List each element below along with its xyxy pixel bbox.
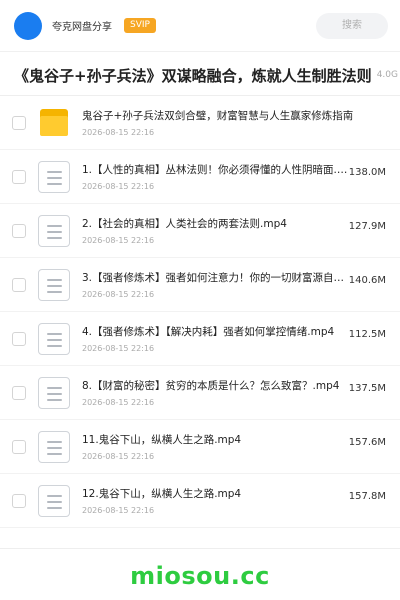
- select-checkbox[interactable]: [12, 440, 26, 454]
- item-date: 2026-08-15 22:16: [82, 290, 155, 299]
- item-size: 112.5M: [348, 329, 386, 340]
- folder-icon: [38, 107, 70, 139]
- svip-badge: SVIP: [124, 18, 156, 33]
- document-icon: [38, 161, 70, 193]
- item-date: 2026-08-15 22:16: [82, 506, 155, 515]
- item-name[interactable]: 2.【社会的真相】人类社会的两套法则.mp4: [82, 216, 352, 231]
- select-checkbox[interactable]: [12, 278, 26, 292]
- item-size: 137.5M: [348, 383, 386, 394]
- share-title-bar: 《鬼谷子+孙子兵法》双谋略融合，炼就人生制胜法则 4.0G: [0, 52, 400, 96]
- item-size: 157.6M: [348, 437, 386, 448]
- divider: [0, 548, 400, 549]
- item-name[interactable]: 3.【强者修炼术】强者如何注意力！你的一切财富源自注意力.mp4: [82, 270, 352, 285]
- item-size: 138.0M: [348, 167, 386, 178]
- item-name[interactable]: 鬼谷子+孙子兵法双剑合璧，财富智慧与人生赢家修炼指南: [82, 108, 382, 123]
- top-bar: 夸克网盘分享 SVIP 搜索: [0, 0, 400, 52]
- file-row[interactable]: 1.【人性的真相】丛林法则！你必须得懂的人性阴暗面.mp4 2026-08-15 …: [0, 150, 400, 204]
- item-date: 2026-08-15 22:16: [82, 344, 155, 353]
- document-icon: [38, 485, 70, 517]
- item-name[interactable]: 12.鬼谷下山，纵横人生之路.mp4: [82, 486, 352, 501]
- item-name[interactable]: 8.【财富的秘密】贫穷的本质是什么？怎么致富？.mp4: [82, 378, 352, 393]
- item-name[interactable]: 11.鬼谷下山，纵横人生之路.mp4: [82, 432, 352, 447]
- search-input[interactable]: 搜索: [316, 13, 388, 39]
- select-checkbox[interactable]: [12, 494, 26, 508]
- page-title: 《鬼谷子+孙子兵法》双谋略融合，炼就人生制胜法则: [14, 67, 372, 85]
- item-date: 2026-08-15 22:16: [82, 182, 155, 191]
- item-size: 157.8M: [348, 491, 386, 502]
- item-size: 127.9M: [348, 221, 386, 232]
- avatar[interactable]: [14, 12, 42, 40]
- file-row[interactable]: 2.【社会的真相】人类社会的两套法则.mp4 2026-08-15 22:16 12…: [0, 204, 400, 258]
- item-size: 140.6M: [348, 275, 386, 286]
- item-date: 2026-08-15 22:16: [82, 236, 155, 245]
- document-icon: [38, 269, 70, 301]
- select-checkbox[interactable]: [12, 332, 26, 346]
- item-date: 2026-08-15 22:16: [82, 452, 155, 461]
- select-checkbox[interactable]: [12, 224, 26, 238]
- file-row[interactable]: 11.鬼谷下山，纵横人生之路.mp4 2026-08-15 22:16 157.6M: [0, 420, 400, 474]
- item-name[interactable]: 1.【人性的真相】丛林法则！你必须得懂的人性阴暗面.mp4: [82, 162, 352, 177]
- select-checkbox[interactable]: [12, 386, 26, 400]
- item-date: 2026-08-15 22:16: [82, 128, 155, 137]
- file-row[interactable]: 8.【财富的秘密】贫穷的本质是什么？怎么致富？.mp4 2026-08-15 22…: [0, 366, 400, 420]
- document-icon: [38, 323, 70, 355]
- total-size: 4.0G: [374, 70, 398, 80]
- watermark: miosou.cc: [130, 562, 270, 590]
- file-row[interactable]: 3.【强者修炼术】强者如何注意力！你的一切财富源自注意力.mp4 2026-08-…: [0, 258, 400, 312]
- file-row[interactable]: 4.【强者修炼术】【解决内耗】强者如何掌控情绪.mp4 2026-08-15 22…: [0, 312, 400, 366]
- document-icon: [38, 431, 70, 463]
- app-name: 夸克网盘分享: [52, 22, 112, 33]
- document-icon: [38, 377, 70, 409]
- file-row[interactable]: 12.鬼谷下山，纵横人生之路.mp4 2026-08-15 22:16 157.8M: [0, 474, 400, 528]
- item-date: 2026-08-15 22:16: [82, 398, 155, 407]
- document-icon: [38, 215, 70, 247]
- folder-row[interactable]: 鬼谷子+孙子兵法双剑合璧，财富智慧与人生赢家修炼指南 2026-08-15 22:…: [0, 96, 400, 150]
- item-name[interactable]: 4.【强者修炼术】【解决内耗】强者如何掌控情绪.mp4: [82, 324, 352, 339]
- select-checkbox[interactable]: [12, 170, 26, 184]
- select-checkbox[interactable]: [12, 116, 26, 130]
